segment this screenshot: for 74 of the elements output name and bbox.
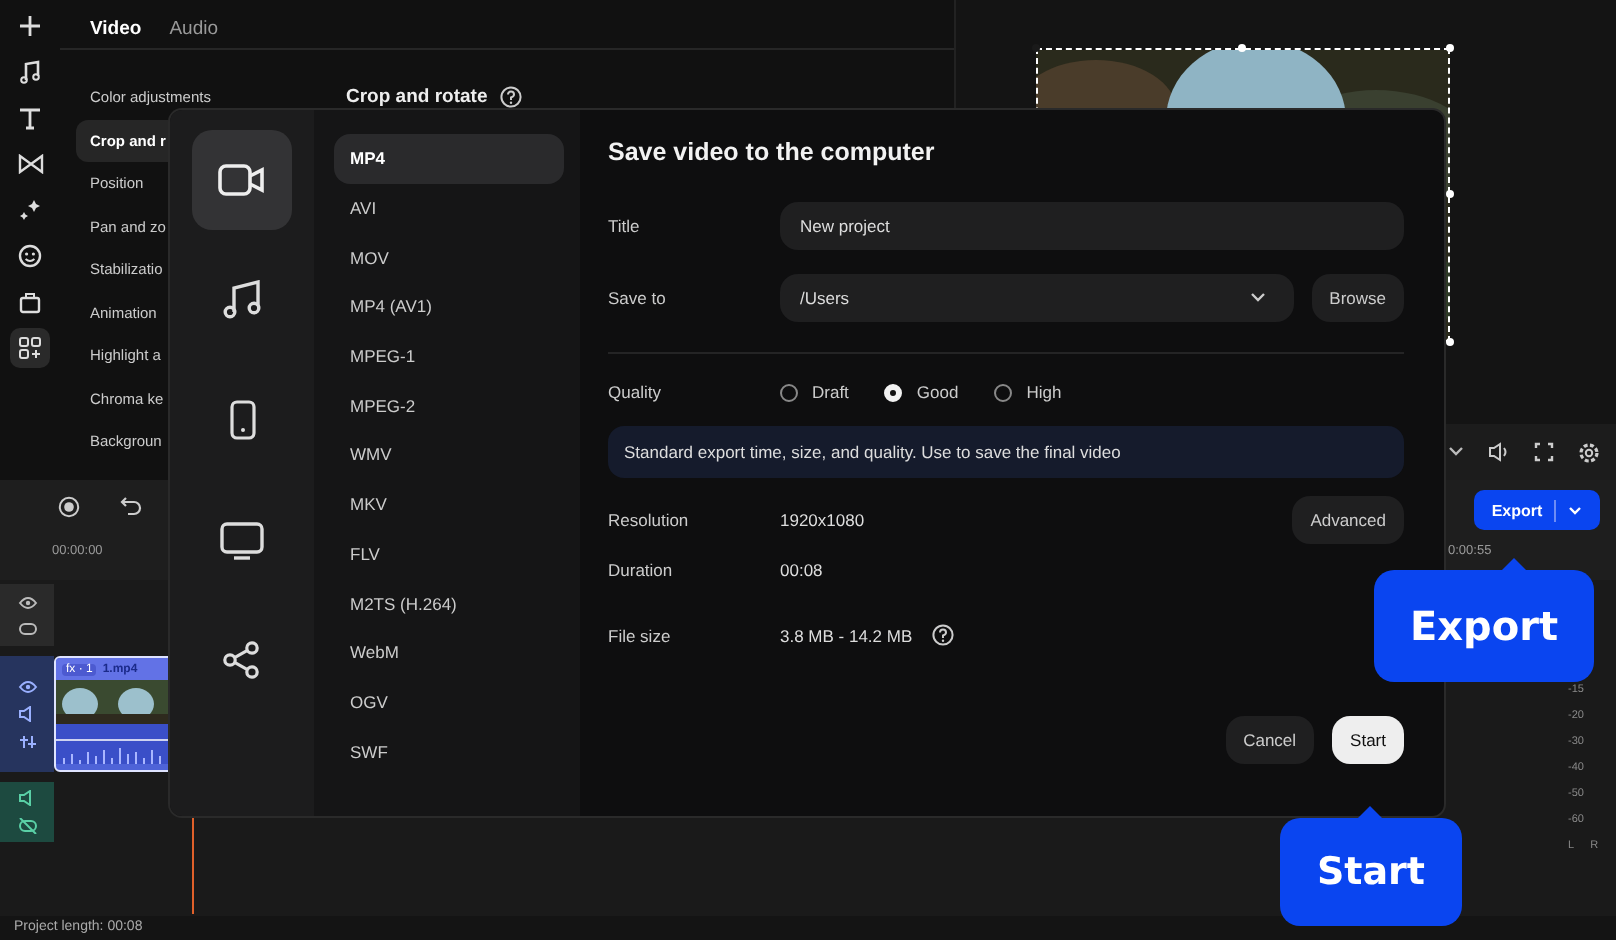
- info-value: 1920x1080: [780, 510, 865, 530]
- info-value: 3.8 MB - 14.2 MB: [780, 625, 913, 645]
- format-item[interactable]: AVI: [334, 183, 564, 233]
- callout-pointer: [1502, 558, 1526, 570]
- help-icon[interactable]: [932, 624, 955, 646]
- format-item[interactable]: OGV: [334, 677, 564, 727]
- text-icon: [18, 106, 42, 130]
- bag-icon: [18, 290, 42, 314]
- tab[interactable]: Audio: [169, 8, 219, 48]
- start-button[interactable]: Start: [1332, 716, 1404, 764]
- description-text: Standard export time, size, and quality. Use to save the final video: [624, 442, 1121, 462]
- format-item[interactable]: MKV: [334, 479, 564, 529]
- format-item[interactable]: WMV: [334, 430, 564, 480]
- format-item[interactable]: SWF: [334, 726, 564, 776]
- record-icon[interactable]: [58, 496, 80, 518]
- browse-button[interactable]: Browse: [1311, 274, 1404, 322]
- sparkle-icon: [18, 198, 42, 222]
- radio-option[interactable]: Good: [884, 382, 959, 402]
- speaker-icon[interactable]: [1488, 442, 1510, 462]
- eye-icon[interactable]: [17, 595, 37, 609]
- radio-option[interactable]: Draft: [780, 382, 849, 402]
- format-item[interactable]: MP4 (AV1): [334, 282, 564, 332]
- callout-pointer: [1358, 806, 1382, 818]
- category-button[interactable]: [192, 130, 292, 230]
- cancel-button[interactable]: Cancel: [1225, 716, 1315, 764]
- format-item[interactable]: M2TS (H.264): [334, 578, 564, 628]
- radio-button[interactable]: [780, 383, 798, 401]
- dialog-title: Save video to the computer: [608, 138, 937, 170]
- help-icon: [499, 86, 522, 108]
- radio-option[interactable]: High: [994, 382, 1062, 402]
- plus-icon: [18, 14, 42, 38]
- smiley-icon: [18, 244, 42, 268]
- format-item[interactable]: MPEG-2: [334, 380, 564, 431]
- format-item[interactable]: MPEG-1: [334, 331, 564, 381]
- format-item[interactable]: FLV: [334, 529, 564, 579]
- format-item[interactable]: MP4: [334, 134, 564, 184]
- info-value: 00:08: [780, 560, 823, 580]
- info-label: Duration: [608, 560, 675, 580]
- folder-dropdown[interactable]: /Users: [780, 274, 1294, 322]
- transitions-icon: [17, 154, 43, 174]
- advanced-button[interactable]: Advanced: [1292, 496, 1404, 544]
- eye-icon[interactable]: [17, 679, 37, 693]
- music-note-icon: [222, 280, 262, 320]
- undo-icon[interactable]: [120, 496, 142, 516]
- settings-icon[interactable]: [1578, 441, 1600, 463]
- info-label: Resolution: [608, 510, 691, 530]
- field-label: Title: [608, 216, 642, 236]
- info-label: File size: [608, 625, 673, 645]
- equalizer-icon[interactable]: [17, 733, 37, 749]
- format-item[interactable]: WebM: [334, 627, 564, 678]
- chevron-down-icon: [1249, 292, 1266, 304]
- audio-waveform: [56, 724, 168, 764]
- caret-icon: [1568, 505, 1583, 515]
- field-label: Quality: [608, 382, 663, 402]
- section-title: Crop and rotate: [346, 86, 488, 108]
- music-note-icon: [18, 60, 42, 84]
- tab[interactable]: Video: [90, 8, 142, 48]
- fullscreen-icon[interactable]: [1534, 442, 1554, 462]
- link-off-icon[interactable]: [17, 818, 37, 834]
- speaker-icon[interactable]: [17, 705, 37, 721]
- link-icon[interactable]: [17, 621, 37, 635]
- monitor-icon: [220, 521, 264, 559]
- field-label: Save to: [608, 288, 668, 308]
- export-button[interactable]: Export: [1474, 490, 1600, 530]
- phone-icon: [229, 400, 255, 440]
- title-field[interactable]: New project: [780, 202, 1404, 250]
- chevron-down-icon[interactable]: [1448, 446, 1464, 458]
- format-item[interactable]: MOV: [334, 232, 564, 283]
- radio-button[interactable]: [994, 383, 1013, 401]
- share-icon: [222, 640, 262, 680]
- speaker-icon[interactable]: [17, 790, 37, 806]
- toolbar-button[interactable]: [10, 328, 50, 368]
- video-camera-icon: [218, 162, 266, 198]
- apps-icon: [18, 336, 42, 360]
